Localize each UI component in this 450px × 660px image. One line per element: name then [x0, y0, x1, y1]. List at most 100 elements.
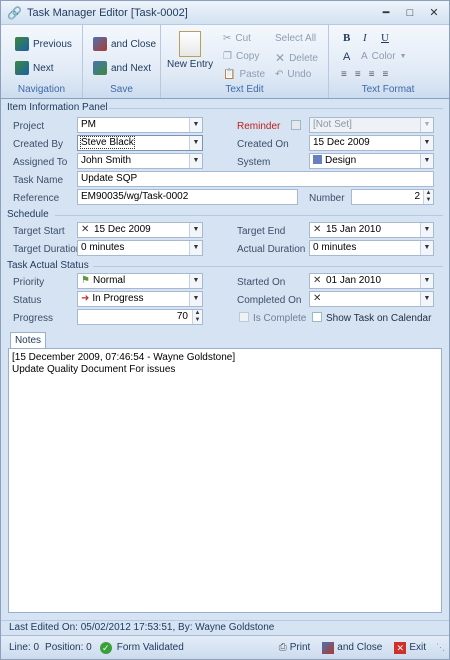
previous-button[interactable]: Previous [15, 37, 72, 51]
target-end-label: Target End [237, 226, 286, 237]
select-all-button[interactable]: Select All [275, 33, 316, 44]
reminder-checkbox[interactable] [291, 120, 301, 130]
notes-line: Update Quality Document For issues [12, 364, 176, 375]
progress-spinner[interactable]: 70 ▲ ▼ [77, 309, 203, 325]
clear-icon[interactable]: ✕ [81, 223, 91, 237]
save-group: and Close and Next Save [83, 25, 161, 98]
cut-button[interactable]: ✂ Cut [223, 33, 251, 44]
save-and-next-button[interactable]: and Next [93, 61, 151, 75]
line-counter: Line: 0 [9, 642, 40, 653]
save-and-close-button[interactable]: and Close [93, 37, 156, 51]
alignment-buttons: ≡ ≡ ≡ ≡ [341, 69, 388, 80]
started-on-label: Started On [237, 277, 286, 288]
chevron-down-icon: ▼ [420, 241, 433, 255]
italic-button[interactable]: I [363, 32, 367, 44]
chevron-down-icon: ▼ [420, 223, 433, 237]
schedule-panel-title: Schedule [7, 209, 49, 220]
item-info-panel-title: Item Information Panel [7, 102, 108, 113]
chevron-down-icon: ▼ [189, 274, 202, 288]
bold-button[interactable]: B [343, 32, 350, 44]
started-on-date[interactable]: ✕ 01 Jan 2010 ▼ [309, 273, 434, 289]
completed-on-date[interactable]: ✕ ▼ [309, 291, 434, 307]
notes-textarea[interactable]: [15 December 2009, 07:46:54 - Wayne Gold… [8, 348, 442, 613]
tab-notes[interactable]: Notes [10, 332, 46, 349]
next-icon [15, 61, 29, 75]
divider [93, 266, 443, 267]
target-start-date[interactable]: ✕ 15 Dec 2009 ▼ [77, 222, 203, 238]
exit-icon: ✕ [394, 641, 407, 654]
chevron-down-icon: ▼ [399, 53, 407, 60]
delete-button[interactable]: ✕ Delete [275, 51, 318, 65]
show-on-calendar-label: Show Task on Calendar [326, 313, 432, 324]
align-left-icon[interactable]: ≡ [355, 69, 361, 80]
system-select[interactable]: Design ▼ [309, 153, 434, 169]
underline-button[interactable]: U [381, 32, 389, 44]
project-label: Project [13, 121, 45, 132]
chevron-down-icon: ▼ [189, 241, 202, 255]
resize-grip-icon[interactable]: ⋱ [436, 642, 445, 653]
divider [55, 215, 443, 216]
save-group-label: Save [110, 84, 133, 95]
assigned-to-select[interactable]: John Smith ▼ [77, 153, 203, 169]
tag-icon: ⚑ [81, 275, 90, 286]
chevron-down-icon: ▼ [420, 292, 433, 306]
and-close-button[interactable]: and Close [322, 641, 382, 654]
copy-button[interactable]: ❐ Copy [223, 51, 259, 62]
font-button[interactable]: A [343, 51, 350, 63]
paste-button[interactable]: 📋 Paste [223, 69, 265, 80]
divider [109, 108, 443, 109]
show-on-calendar-checkbox[interactable] [312, 312, 322, 322]
align-right-icon[interactable]: ≡ [383, 69, 389, 80]
last-edited-info: Last Edited On: 05/02/2012 17:53:51, By:… [1, 620, 449, 634]
clear-icon[interactable]: ✕ [313, 292, 323, 306]
task-name-label: Task Name [13, 175, 64, 186]
target-end-date[interactable]: ✕ 15 Jan 2010 ▼ [309, 222, 434, 238]
undo-button[interactable]: ↶ Undo [275, 69, 311, 80]
completed-on-label: Completed On [237, 295, 302, 306]
clear-icon[interactable]: ✕ [313, 274, 323, 288]
actual-duration-label: Actual Duration [237, 244, 306, 255]
target-duration-select[interactable]: 0 minutes ▼ [77, 240, 203, 256]
number-spinner[interactable]: 2 ▲ ▼ [351, 189, 434, 205]
spinner-arrows-icon[interactable]: ▲ ▼ [423, 190, 433, 204]
print-button[interactable]: ⎙ Print [279, 642, 311, 653]
close-icon[interactable]: ✕ [425, 5, 443, 21]
copy-icon: ❐ [223, 51, 232, 62]
task-name-input[interactable]: Update SQP [77, 171, 434, 187]
next-button[interactable]: Next [15, 61, 54, 75]
created-by-select[interactable]: Steve Black ▼ [77, 135, 203, 151]
reminder-select[interactable]: [Not Set] ▼ [309, 117, 434, 133]
priority-select[interactable]: ⚑ Normal ▼ [77, 273, 203, 289]
font-color-icon: A [361, 51, 368, 62]
align-center-icon[interactable]: ≡ [369, 69, 375, 80]
new-entry-button[interactable]: New Entry [167, 31, 213, 70]
chevron-down-icon: ▼ [420, 154, 433, 168]
is-complete-label: Is Complete [253, 313, 307, 324]
status-select[interactable]: ➜ In Progress ▼ [77, 291, 203, 307]
actual-duration-select[interactable]: 0 minutes ▼ [309, 240, 434, 256]
editor-window: 🔗 Task Manager Editor [Task-0002] ━ □ ✕ … [0, 0, 450, 660]
chevron-down-icon: ▼ [189, 136, 202, 150]
target-start-label: Target Start [13, 226, 65, 237]
maximize-icon[interactable]: □ [401, 5, 419, 21]
target-duration-label: Target Duration [13, 244, 82, 255]
in-progress-icon: ➜ [81, 293, 90, 304]
reference-input[interactable]: EM90035/wg/Task-0002 [77, 189, 298, 205]
system-label: System [237, 157, 271, 168]
text-format-group: B I U A A Color ▼ ≡ ≡ ≡ ≡ Text Format [329, 25, 447, 98]
is-complete-checkbox[interactable] [239, 312, 249, 322]
save-next-icon [93, 61, 107, 75]
created-on-date[interactable]: 15 Dec 2009 ▼ [309, 135, 434, 151]
chevron-down-icon: ▼ [420, 274, 433, 288]
position-counter: Position: 0 [45, 642, 92, 653]
status-label: Status [13, 295, 42, 306]
spinner-arrows-icon[interactable]: ▲ ▼ [192, 310, 202, 324]
minimize-icon[interactable]: ━ [377, 5, 395, 21]
new-entry-icon [179, 31, 202, 57]
clear-icon[interactable]: ✕ [313, 223, 323, 237]
exit-button[interactable]: ✕ Exit [394, 641, 426, 654]
font-color-button[interactable]: A Color ▼ [361, 51, 407, 62]
task-actual-status-title: Task Actual Status [7, 260, 89, 271]
bullet-list-icon[interactable]: ≡ [341, 69, 347, 80]
project-select[interactable]: PM ▼ [77, 117, 203, 133]
